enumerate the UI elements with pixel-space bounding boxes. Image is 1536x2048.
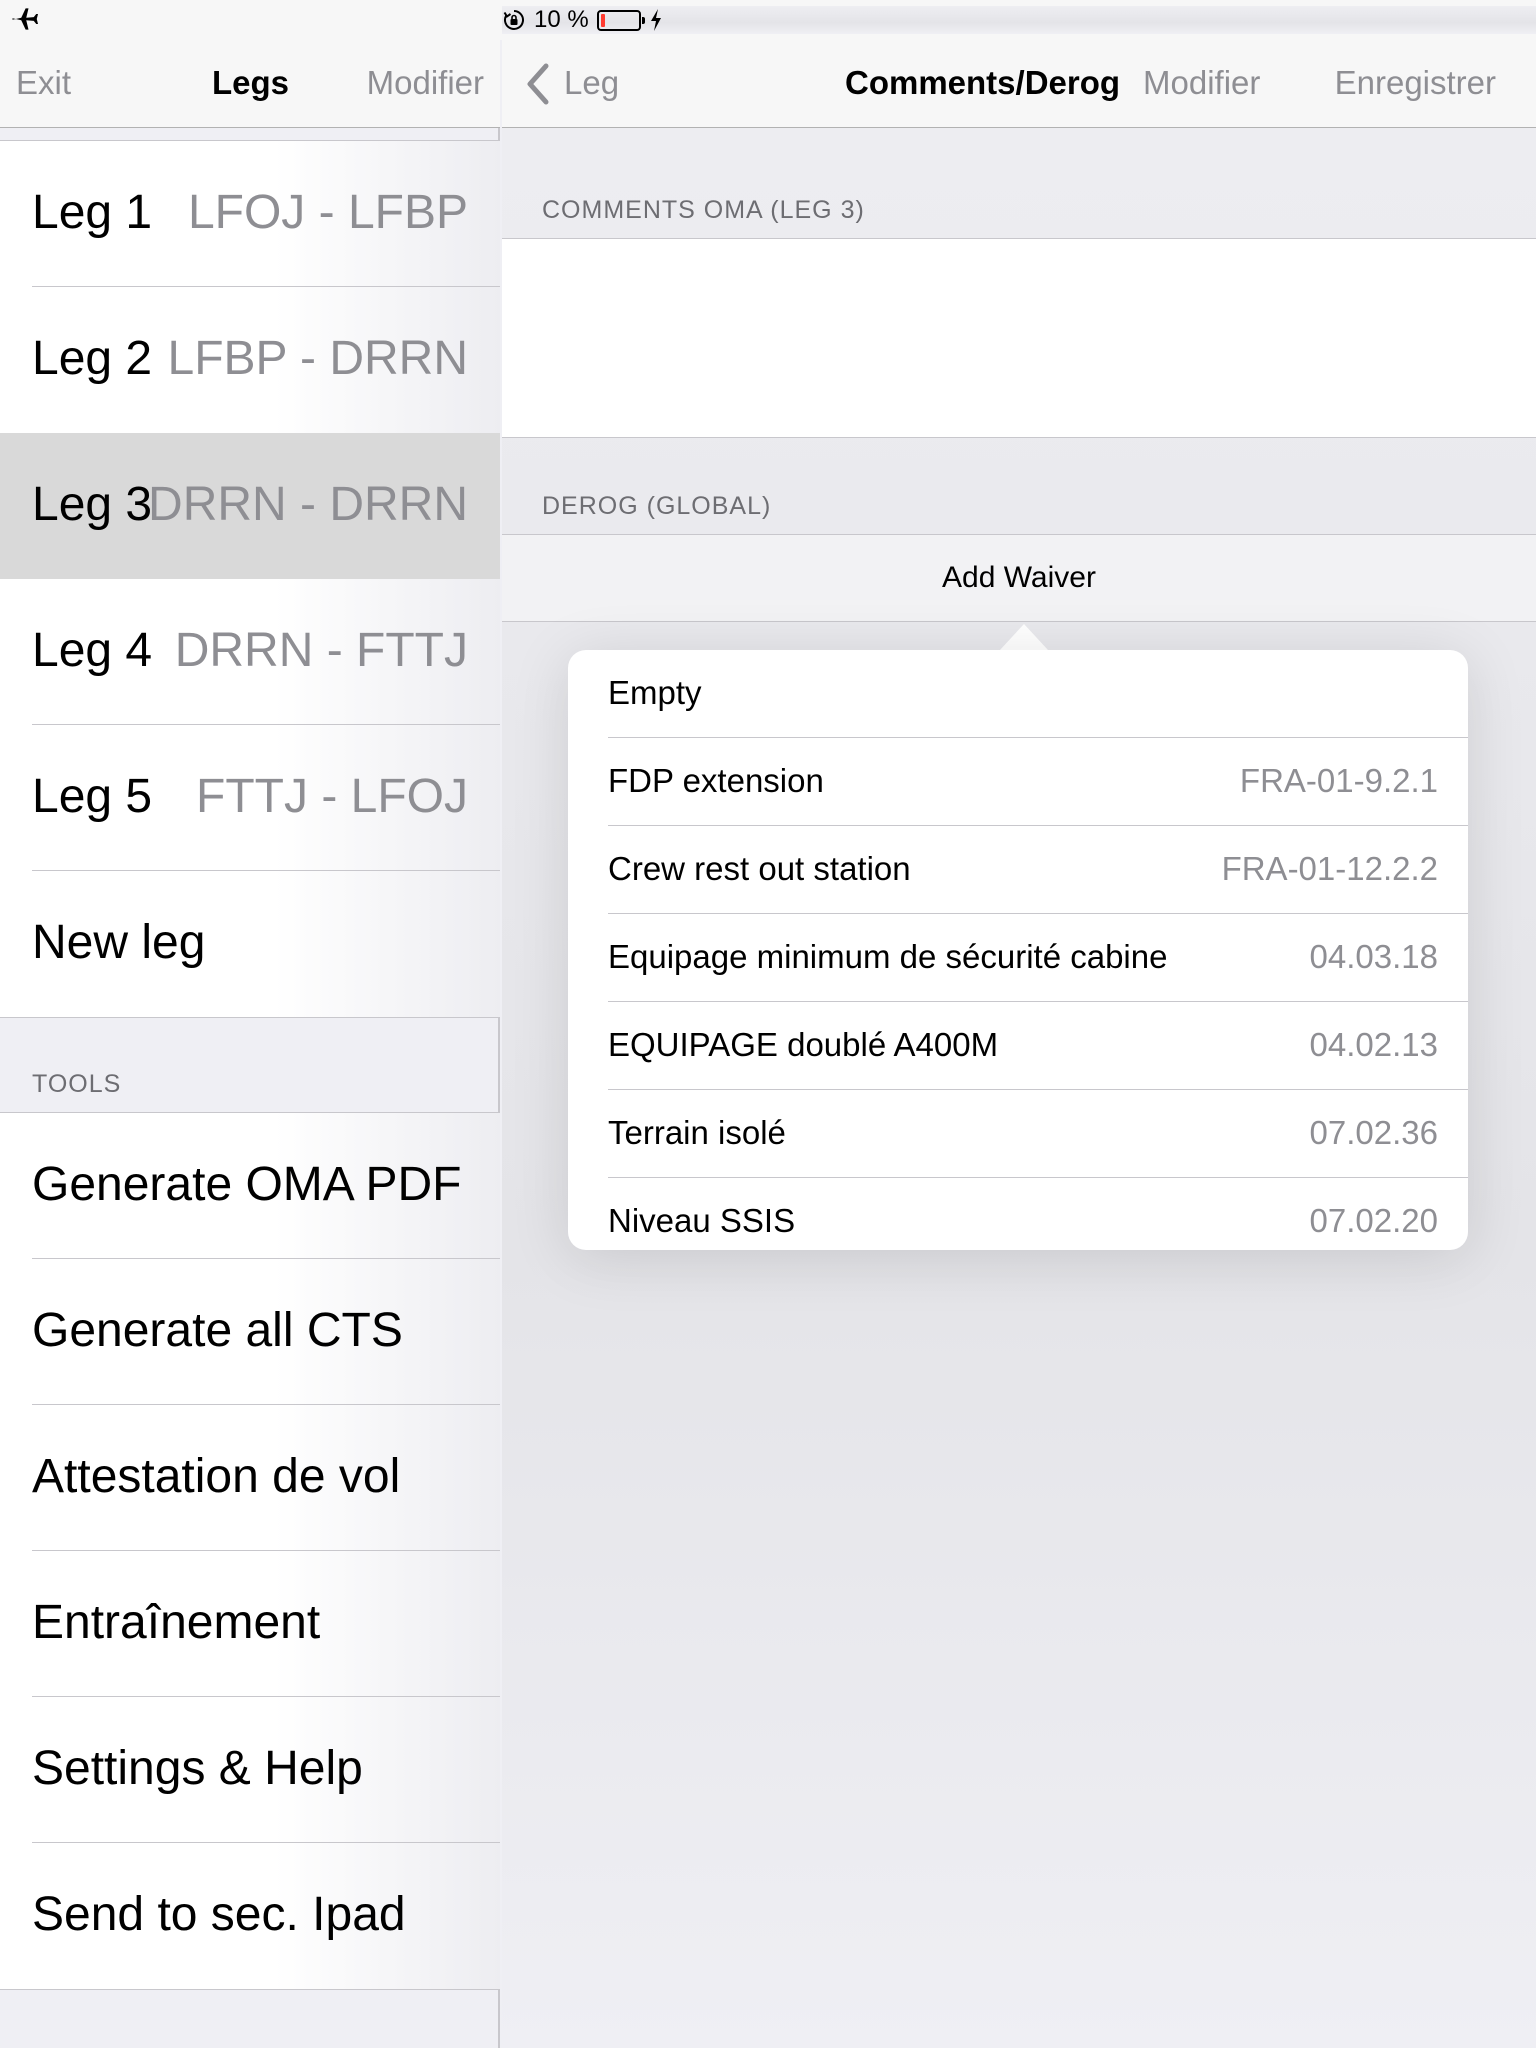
legs-title: Legs [212, 64, 290, 101]
waiver-label: Terrain isolé [608, 1114, 786, 1151]
waiver-label: Crew rest out station [608, 850, 911, 887]
waiver-option-empty[interactable]: Empty [568, 650, 1468, 738]
waiver-label: Equipage minimum de sécurité cabine [608, 938, 1168, 975]
waiver-option-terrain-isole[interactable]: Terrain isolé 07.02.36 [568, 1090, 1468, 1178]
waiver-label: Niveau SSIS [608, 1202, 796, 1239]
tool-generate-all-cts[interactable]: Generate all CTS [0, 1259, 500, 1405]
tool-generate-oma-pdf[interactable]: Generate OMA PDF [0, 1113, 500, 1259]
waiver-option-crew-rest[interactable]: Crew rest out station FRA-01-12.2.2 [568, 826, 1468, 914]
tools-list: Generate OMA PDF Generate all CTS Attest… [0, 1112, 500, 1990]
back-to-leg-button[interactable]: Leg [564, 64, 619, 102]
legs-navbar: Exit Legs Modifier [0, 40, 500, 128]
waiver-label: Empty [608, 674, 702, 711]
leg-title: Leg 2 [32, 332, 153, 385]
detail-edit-button[interactable]: Modifier [1143, 64, 1260, 102]
detail-navbar: Leg Comments/Derog Modifier Enregistrer [502, 40, 1536, 128]
leg-route: LFOJ - LFBP [187, 186, 468, 239]
waiver-code: FRA-01-9.2.1 [1239, 762, 1438, 799]
rotation-lock-icon [503, 10, 524, 30]
tool-entrainement[interactable]: Entraînement [0, 1551, 500, 1697]
chevron-left-icon[interactable] [524, 62, 552, 106]
tool-send-to-sec-ipad[interactable]: Send to sec. Ipad [0, 1843, 500, 1989]
waiver-option-fdp-extension[interactable]: FDP extension FRA-01-9.2.1 [568, 738, 1468, 826]
exit-button[interactable]: Exit [16, 64, 71, 102]
waiver-code: FRA-01-12.2.2 [1221, 850, 1438, 887]
tool-label: Generate all CTS [32, 1304, 403, 1357]
comments-derog-detail-panel: Leg Comments/Derog Modifier Enregistrer … [502, 40, 1536, 2048]
waiver-label: FDP extension [608, 762, 824, 799]
new-leg-row[interactable]: New leg [0, 871, 500, 1017]
legs-edit-button[interactable]: Modifier [367, 64, 484, 102]
leg-row-3-selected[interactable]: Leg 3 DRRN - DRRN [0, 433, 500, 579]
save-button[interactable]: Enregistrer [1335, 64, 1496, 102]
legs-list: Leg 1 LFOJ - LFBP Leg 2 LFBP - DRRN Leg … [0, 140, 500, 1018]
leg-row-2[interactable]: Leg 2 LFBP - DRRN [0, 287, 500, 433]
add-waiver-button[interactable]: Add Waiver [502, 534, 1536, 622]
detail-title: Comments/Derog [845, 64, 1121, 101]
waiver-label: EQUIPAGE doublé A400M [608, 1026, 999, 1063]
popover-arrow [1000, 624, 1048, 650]
status-bar: 14:46 10 % [0, 0, 1536, 40]
leg-row-5[interactable]: Leg 5 FTTJ - LFOJ [0, 725, 500, 871]
waiver-code: 04.02.13 [1309, 1026, 1438, 1063]
tool-label: Settings & Help [32, 1742, 363, 1795]
legs-master-panel: Exit Legs Modifier Leg 1 LFOJ - LFBP Leg… [0, 40, 500, 2048]
waiver-option-equipage-double[interactable]: EQUIPAGE doublé A400M 04.02.13 [568, 1002, 1468, 1090]
leg-route: DRRN - FTTJ [174, 624, 468, 677]
battery-icon [596, 9, 645, 31]
tool-label: Entraînement [32, 1596, 321, 1649]
leg-route: LFBP - DRRN [167, 332, 469, 385]
leg-title: Leg 3 [32, 478, 153, 531]
leg-title: Leg 5 [32, 770, 153, 823]
waiver-option-equipage-minimum[interactable]: Equipage minimum de sécurité cabine 04.0… [568, 914, 1468, 1002]
tool-label: Send to sec. Ipad [32, 1888, 406, 1941]
leg-route: FTTJ - LFOJ [196, 770, 468, 823]
waiver-code: 04.03.18 [1309, 938, 1438, 975]
tool-settings-help[interactable]: Settings & Help [0, 1697, 500, 1843]
waiver-code: 07.02.36 [1309, 1114, 1438, 1151]
tool-label: Generate OMA PDF [32, 1158, 462, 1211]
leg-title: Leg 4 [32, 624, 153, 677]
derog-section-header: DEROG (GLOBAL) [542, 492, 772, 520]
waiver-code: 07.02.20 [1309, 1202, 1438, 1239]
tools-section-header: TOOLS [32, 1070, 122, 1098]
leg-title: Leg 1 [32, 186, 153, 239]
leg-route: DRRN - DRRN [148, 478, 468, 531]
new-leg-label: New leg [32, 916, 206, 969]
comments-text-area[interactable] [502, 238, 1536, 438]
status-right-group: 10 % [502, 6, 1536, 34]
tool-attestation-de-vol[interactable]: Attestation de vol [0, 1405, 500, 1551]
waiver-picker-popover: Empty FDP extension FRA-01-9.2.1 Crew re… [568, 650, 1468, 1250]
comments-section-header: COMMENTS OMA (LEG 3) [542, 196, 865, 224]
charging-icon [650, 9, 661, 31]
waiver-option-niveau-ssis[interactable]: Niveau SSIS 07.02.20 [568, 1178, 1468, 1250]
leg-row-1[interactable]: Leg 1 LFOJ - LFBP [0, 141, 500, 287]
battery-percentage: 10 % [534, 6, 589, 33]
tool-label: Attestation de vol [32, 1450, 401, 1503]
leg-row-4[interactable]: Leg 4 DRRN - FTTJ [0, 579, 500, 725]
